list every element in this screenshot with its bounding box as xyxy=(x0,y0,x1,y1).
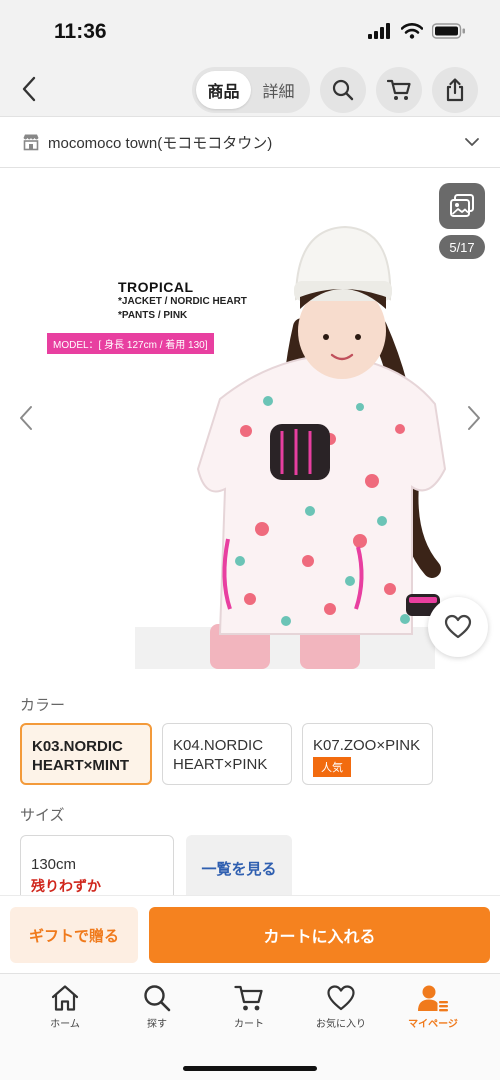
photo-title: TROPICAL xyxy=(118,279,194,295)
share-button[interactable] xyxy=(432,67,478,113)
gallery-prev-button[interactable] xyxy=(14,401,38,435)
tab-home[interactable]: ホーム xyxy=(30,984,100,1030)
color-option-k07[interactable]: K07.ZOO×PINK 人気 xyxy=(302,723,433,785)
images-icon xyxy=(450,194,474,217)
status-time: 11:36 xyxy=(54,20,107,43)
tab-product[interactable]: 商品 xyxy=(196,71,251,109)
gallery-next-button[interactable] xyxy=(462,401,486,435)
add-to-cart-button[interactable]: カートに入れる xyxy=(149,907,490,963)
popular-badge: 人気 xyxy=(313,757,351,777)
back-button[interactable] xyxy=(12,72,46,106)
cart-icon xyxy=(234,985,263,1011)
photo-line-pants: *PANTS / PINK xyxy=(118,310,188,321)
tab-label: カート xyxy=(234,1019,264,1030)
color-option-k04[interactable]: K04.NORDIC HEART×PINK xyxy=(162,723,292,785)
size-option-name: 130cm xyxy=(31,856,77,873)
tab-label: マイページ xyxy=(408,1019,458,1030)
cart-button[interactable] xyxy=(376,67,422,113)
color-option-name: HEART×MINT xyxy=(32,757,130,774)
tab-bar: ホーム 探す カート お気に入り マイページ xyxy=(0,973,500,1080)
signal-icon xyxy=(368,23,390,39)
tab-details[interactable]: 詳細 xyxy=(251,71,306,109)
search-icon xyxy=(144,985,171,1012)
product-image-gallery[interactable]: TROPICAL *JACKET / NORDIC HEART *PANTS /… xyxy=(0,169,500,669)
view-segmented-control: 商品 詳細 xyxy=(192,67,310,113)
share-icon xyxy=(446,78,464,102)
battery-icon xyxy=(432,23,465,39)
store-icon xyxy=(23,134,39,151)
product-photo xyxy=(60,169,500,669)
chevron-left-icon xyxy=(20,406,32,430)
tab-label: ホーム xyxy=(50,1019,80,1030)
size-label: サイズ xyxy=(20,807,65,824)
gallery-view-button[interactable] xyxy=(439,183,485,229)
heart-icon xyxy=(327,985,355,1011)
color-label: カラー xyxy=(20,697,66,714)
home-indicator xyxy=(183,1066,317,1071)
chevron-left-icon xyxy=(22,76,36,102)
cart-icon xyxy=(387,79,411,100)
photo-line-jacket: *JACKET / NORDIC HEART xyxy=(118,296,247,307)
gift-button[interactable]: ギフトで贈る xyxy=(10,907,138,963)
color-option-name: K04.NORDIC xyxy=(173,737,264,754)
search-button[interactable] xyxy=(320,67,366,113)
tab-search[interactable]: 探す xyxy=(122,984,192,1030)
shop-row[interactable]: mocomoco town(モコモコタウン) xyxy=(0,116,500,168)
color-option-name: HEART×PINK xyxy=(173,756,268,773)
shop-name: mocomoco town(モコモコタウン) xyxy=(48,134,273,152)
tab-cart[interactable]: カート xyxy=(214,984,284,1030)
status-icons xyxy=(368,23,466,39)
home-icon xyxy=(51,985,79,1011)
tab-favorites[interactable]: お気に入り xyxy=(306,984,376,1030)
image-counter: 5/17 xyxy=(439,235,485,259)
tab-label: 探す xyxy=(147,1019,167,1030)
wifi-icon xyxy=(401,23,423,39)
heart-icon xyxy=(444,614,472,639)
size-option-130[interactable]: 130cm 残りわずか xyxy=(20,835,174,901)
chevron-down-icon[interactable] xyxy=(464,134,480,150)
favorite-button[interactable] xyxy=(428,597,488,657)
stock-status: 残りわずか xyxy=(31,878,101,894)
status-bar: 11:36 xyxy=(0,0,500,62)
color-option-k03[interactable]: K03.NORDIC HEART×MINT xyxy=(20,723,152,785)
color-option-name: K03.NORDIC xyxy=(32,738,123,755)
model-tag: MODEL：[ 身長 127cm / 着用 130] xyxy=(47,333,214,354)
nav-bar: 商品 詳細 xyxy=(0,62,500,116)
user-icon xyxy=(418,985,448,1012)
photo-caption: TROPICAL *JACKET / NORDIC HEART *PANTS /… xyxy=(118,279,247,323)
tab-label: お気に入り xyxy=(316,1019,366,1030)
color-option-name: K07.ZOO×PINK xyxy=(313,737,421,754)
tab-mypage[interactable]: マイページ xyxy=(398,984,468,1030)
size-list-link[interactable]: 一覧を見る xyxy=(186,835,292,901)
action-bar: ギフトで贈る カートに入れる xyxy=(0,895,500,973)
search-icon xyxy=(332,79,354,101)
chevron-right-icon xyxy=(468,406,480,430)
